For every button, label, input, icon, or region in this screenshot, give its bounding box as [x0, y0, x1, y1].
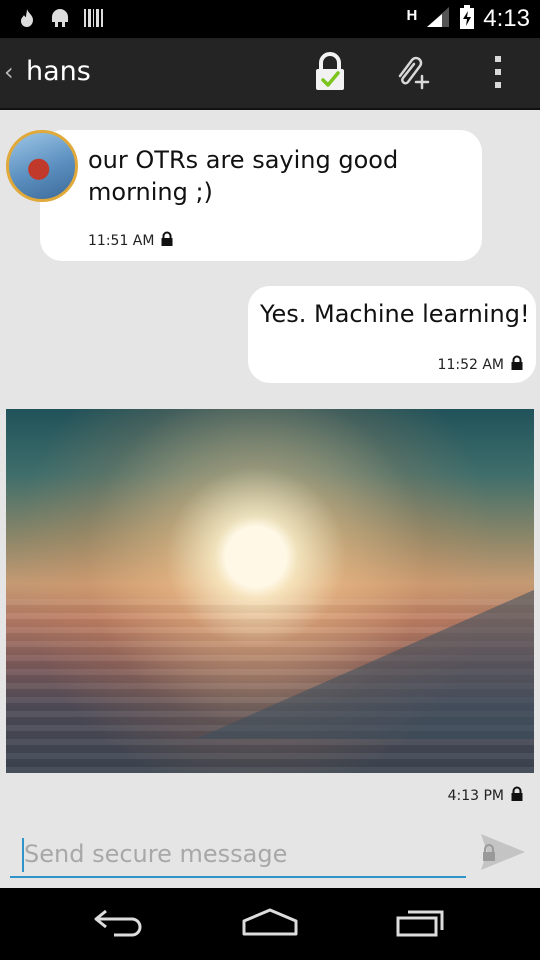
android-notification-icon — [48, 7, 72, 33]
lock-icon — [160, 231, 174, 251]
overflow-menu-button[interactable] — [476, 52, 520, 96]
recent-apps-button[interactable] — [380, 902, 460, 946]
contact-name[interactable]: hans — [26, 56, 91, 87]
message-text: our OTRs are saying good morning ;) — [88, 146, 399, 206]
lock-icon — [510, 355, 524, 375]
message-timestamp: 11:51 AM — [88, 233, 155, 249]
home-icon — [241, 907, 299, 941]
navigation-bar — [0, 888, 540, 960]
recent-apps-icon — [392, 906, 448, 942]
message-input[interactable] — [10, 832, 466, 878]
action-bar: ‹ hans — [0, 38, 540, 110]
message-meta: 11:52 AM — [438, 355, 524, 375]
message-timestamp: 4:13 PM — [447, 788, 504, 804]
message-bubble-incoming[interactable]: our OTRs are saying good morning ;) 11:5… — [40, 130, 482, 261]
signal-strength-icon — [425, 5, 451, 33]
back-arrow-icon — [92, 907, 148, 941]
back-chevron-icon[interactable]: ‹ — [4, 58, 14, 86]
otr-verified-lock-button[interactable] — [308, 52, 352, 96]
contact-avatar[interactable] — [6, 130, 78, 202]
overflow-menu-icon — [492, 54, 504, 94]
notification-icons — [16, 7, 104, 33]
status-bar: H 4:13 — [0, 0, 540, 38]
barcode-notification-icon — [82, 7, 104, 33]
send-button[interactable] — [474, 830, 530, 878]
message-timestamp: 11:52 AM — [437, 357, 504, 373]
network-type-label: H — [406, 6, 418, 24]
message-meta: 4:13 PM — [448, 786, 524, 806]
back-button[interactable] — [80, 902, 160, 946]
system-status-icons: H 4:13 — [406, 4, 530, 34]
lock-icon — [510, 786, 524, 806]
message-meta: 11:51 AM — [88, 231, 174, 251]
otr-verified-lock-icon — [313, 52, 347, 96]
message-text: Yes. Machine learning! — [260, 300, 530, 328]
secure-send-icon — [477, 830, 527, 878]
flame-notification-icon — [16, 7, 38, 33]
photo-airplane-wing — [196, 589, 534, 739]
attach-file-button[interactable] — [390, 52, 434, 96]
message-bubble-outgoing[interactable]: Yes. Machine learning! 11:52 AM — [248, 286, 536, 383]
clock: 4:13 — [483, 5, 530, 32]
text-caret — [22, 838, 24, 872]
home-button[interactable] — [230, 902, 310, 946]
battery-charging-icon — [459, 4, 475, 34]
attach-file-icon — [392, 52, 432, 96]
sunrise-over-clouds-photo[interactable] — [6, 409, 534, 773]
